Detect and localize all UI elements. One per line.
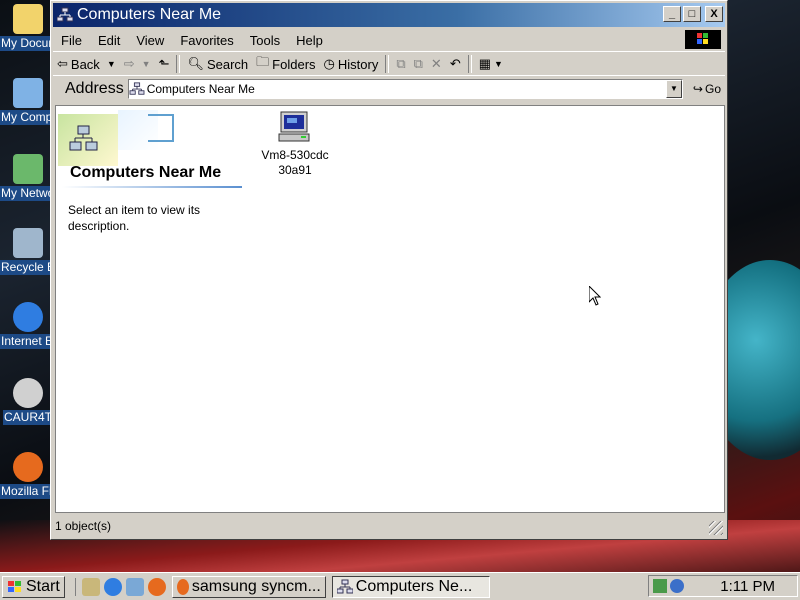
firefox-icon [13, 452, 43, 482]
undo-icon: ↶ [449, 56, 461, 71]
delete-icon: ✕ [430, 56, 442, 71]
windows-logo-icon [8, 580, 21, 592]
minimize-button[interactable]: _ [663, 6, 681, 22]
firefox-icon[interactable] [147, 577, 166, 596]
menu-favorites[interactable]: Favorites [172, 33, 241, 48]
menu-tools[interactable]: Tools [242, 33, 288, 48]
taskbar-button-computers-near-me[interactable]: Computers Ne... [331, 575, 490, 598]
status-text: 1 object(s) [55, 519, 112, 533]
menu-edit[interactable]: Edit [90, 33, 128, 48]
clock[interactable]: 1:11 PM [720, 578, 775, 595]
copy-to-icon: ⧉ [413, 56, 423, 71]
go-arrow-icon: ↪ [692, 82, 703, 96]
list-item[interactable]: Vm8-530cdc 30a91 [254, 110, 336, 178]
search-icon: 🔍︎ [187, 56, 204, 71]
desktop-icon-my-documents[interactable]: My Documents [0, 4, 58, 55]
banner-title: Computers Near Me [70, 164, 222, 181]
history-button[interactable]: ◷ History [320, 56, 383, 72]
toolbar-separator [385, 55, 390, 73]
toolbar: ⇦ Back ▼ ⇨ ▼ ⬑ 🔍︎ Search 🗀 Folders ◷ His… [53, 53, 725, 76]
address-value: Computers Near Me [146, 82, 255, 96]
status-bar: 1 object(s) [53, 515, 725, 537]
safely-remove-hardware-icon[interactable] [653, 579, 667, 593]
search-button[interactable]: 🔍︎ Search [183, 56, 252, 72]
desktop-icon-my-computer[interactable]: My Computer [0, 78, 58, 129]
forward-button[interactable]: ⇨ ▼ [120, 56, 155, 72]
up-folder-icon: ⬑ [158, 56, 170, 71]
quick-launch [74, 577, 166, 596]
folder-icon [13, 4, 43, 34]
forward-arrow-icon: ⇨ [123, 56, 135, 71]
maximize-button[interactable]: □ [683, 6, 701, 22]
copy-to-button[interactable]: ⧉ [410, 56, 427, 72]
taskbar: Start samsung syncm... Computers Ne... 1… [0, 572, 800, 600]
computer-icon [13, 78, 43, 108]
description-text: Select an item to view its description. [68, 203, 201, 233]
back-arrow-icon: ⇦ [57, 56, 68, 71]
folders-icon: 🗀 [256, 54, 270, 69]
windows-logo-icon [685, 30, 721, 49]
system-tray: 1:11 PM [648, 575, 798, 597]
back-dropdown-icon[interactable]: ▼ [107, 59, 116, 69]
go-button[interactable]: ↪ Go [693, 82, 721, 96]
network-icon [13, 154, 43, 184]
move-to-button[interactable]: ⧉ [392, 56, 409, 72]
computer-icon [278, 111, 310, 142]
network-icon [336, 579, 353, 593]
back-button[interactable]: ⇦ Back ▼ [53, 56, 120, 72]
toolbar-separator [467, 55, 472, 73]
desktop-icon-internet-explorer[interactable]: Internet Explorer [0, 302, 58, 353]
forward-dropdown-icon[interactable]: ▼ [142, 59, 151, 69]
address-input[interactable]: Computers Near Me ▼ [127, 79, 683, 99]
toolbar-separator [176, 55, 181, 73]
ie-icon [13, 302, 43, 332]
resize-grip[interactable] [709, 521, 723, 535]
views-dropdown-icon: ▼ [494, 59, 503, 69]
menu-file[interactable]: File [53, 33, 90, 48]
taskbar-button-samsung[interactable]: samsung syncm... [171, 575, 326, 598]
firefox-icon [176, 578, 189, 595]
address-label: Address [65, 80, 124, 97]
menu-view[interactable]: View [128, 33, 172, 48]
network-status-icon[interactable] [670, 579, 684, 593]
cd-icon [13, 378, 43, 408]
item-label-line1: Vm8-530cdc [261, 148, 329, 162]
up-folder-button[interactable]: ⬑ [155, 56, 174, 72]
history-icon: ◷ [323, 56, 335, 71]
close-button[interactable]: X [705, 6, 723, 22]
move-to-icon: ⧉ [396, 56, 406, 71]
delete-button[interactable]: ✕ [427, 56, 446, 72]
menu-bar: File Edit View Favorites Tools Help [53, 29, 725, 52]
computers-near-me-icon [69, 125, 98, 151]
views-icon: ▦ [478, 56, 492, 71]
explorer-window: Computers Near Me _ □ X File Edit View F… [50, 0, 728, 540]
views-button[interactable]: ▦ ▼ [475, 56, 507, 72]
address-dropdown-button[interactable]: ▼ [665, 80, 682, 98]
desktop-icon-caur4t[interactable]: CAUR4T [0, 378, 56, 429]
web-view-banner: Computers Near Me [58, 110, 242, 188]
folder-view: Computers Near Me Select an item to view… [55, 105, 725, 513]
window-title: Computers Near Me [77, 6, 222, 23]
recycle-bin-icon [13, 228, 43, 258]
banner-decoration [148, 114, 174, 142]
desktop-icon-mozilla-firefox[interactable]: Mozilla Firefox [0, 452, 58, 503]
menu-help[interactable]: Help [288, 33, 331, 48]
outlook-express-icon[interactable] [125, 577, 144, 596]
ie-icon[interactable] [103, 577, 122, 596]
network-icon [57, 7, 73, 22]
desktop-icon-recycle-bin[interactable]: Recycle Bin [0, 228, 58, 279]
item-label-line2: 30a91 [278, 163, 312, 177]
network-icon [129, 82, 145, 95]
undo-button[interactable]: ↶ [446, 56, 465, 72]
address-bar: Address Computers Near Me ▼ ↪ Go [53, 77, 725, 101]
folders-button[interactable]: 🗀 Folders [252, 53, 319, 75]
desktop-icon-my-network-places[interactable]: My Network Places [0, 154, 58, 205]
show-desktop-icon[interactable] [81, 577, 100, 596]
mouse-cursor-icon [589, 286, 601, 306]
banner-underline [62, 186, 242, 188]
start-button[interactable]: Start [2, 575, 65, 598]
title-bar[interactable]: Computers Near Me _ □ X [53, 3, 725, 27]
